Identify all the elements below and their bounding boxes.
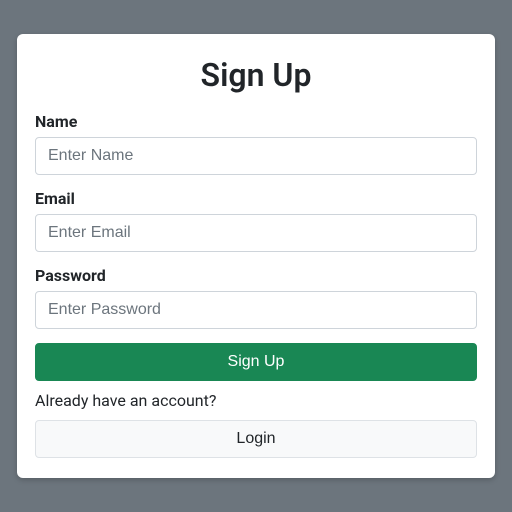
email-input[interactable] [35,214,477,252]
email-group: Email [35,189,477,252]
name-label: Name [35,112,477,131]
password-group: Password [35,266,477,329]
page-title: Sign Up [35,56,477,94]
login-prompt-text: Already have an account? [35,391,477,410]
signup-button[interactable]: Sign Up [35,343,477,381]
password-label: Password [35,266,477,285]
signup-card: Sign Up Name Email Password Sign Up Alre… [17,34,495,478]
name-group: Name [35,112,477,175]
password-input[interactable] [35,291,477,329]
email-label: Email [35,189,477,208]
name-input[interactable] [35,137,477,175]
login-button[interactable]: Login [35,420,477,458]
